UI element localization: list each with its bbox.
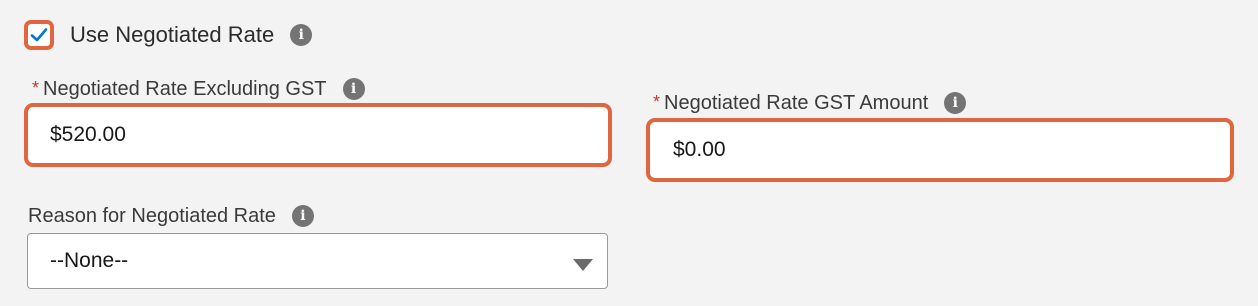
checkmark-icon	[30, 28, 48, 42]
info-icon[interactable]: i	[291, 205, 314, 227]
gst-amount-value: $0.00	[673, 138, 726, 161]
rate-excluding-gst-label-text: Negotiated Rate Excluding GST	[43, 77, 327, 100]
rate-excluding-gst-input[interactable]: $520.00	[24, 103, 612, 167]
use-negotiated-rate-label: Use Negotiated Rate	[70, 22, 275, 47]
info-icon[interactable]: i	[944, 92, 967, 114]
info-icon[interactable]: i	[342, 78, 365, 100]
required-marker: *	[32, 77, 40, 98]
gst-amount-label-text: Negotiated Rate GST Amount	[664, 91, 929, 114]
info-icon[interactable]: i	[290, 24, 313, 46]
gst-amount-label: * Negotiated Rate GST Amount i	[653, 90, 967, 116]
use-negotiated-rate-row: Use Negotiated Rate i	[24, 16, 313, 54]
reason-select-value: --None--	[50, 249, 129, 272]
use-negotiated-rate-checkbox[interactable]	[24, 20, 54, 50]
reason-label-text: Reason for Negotiated Rate	[28, 204, 276, 227]
reason-select[interactable]: --None--	[27, 233, 608, 289]
rate-excluding-gst-value: $520.00	[50, 123, 126, 146]
gst-amount-input[interactable]: $0.00	[646, 118, 1234, 182]
required-marker: *	[653, 91, 661, 112]
chevron-down-icon	[573, 259, 593, 271]
rate-excluding-gst-label: * Negotiated Rate Excluding GST i	[32, 76, 365, 102]
reason-label: Reason for Negotiated Rate i	[28, 203, 314, 229]
